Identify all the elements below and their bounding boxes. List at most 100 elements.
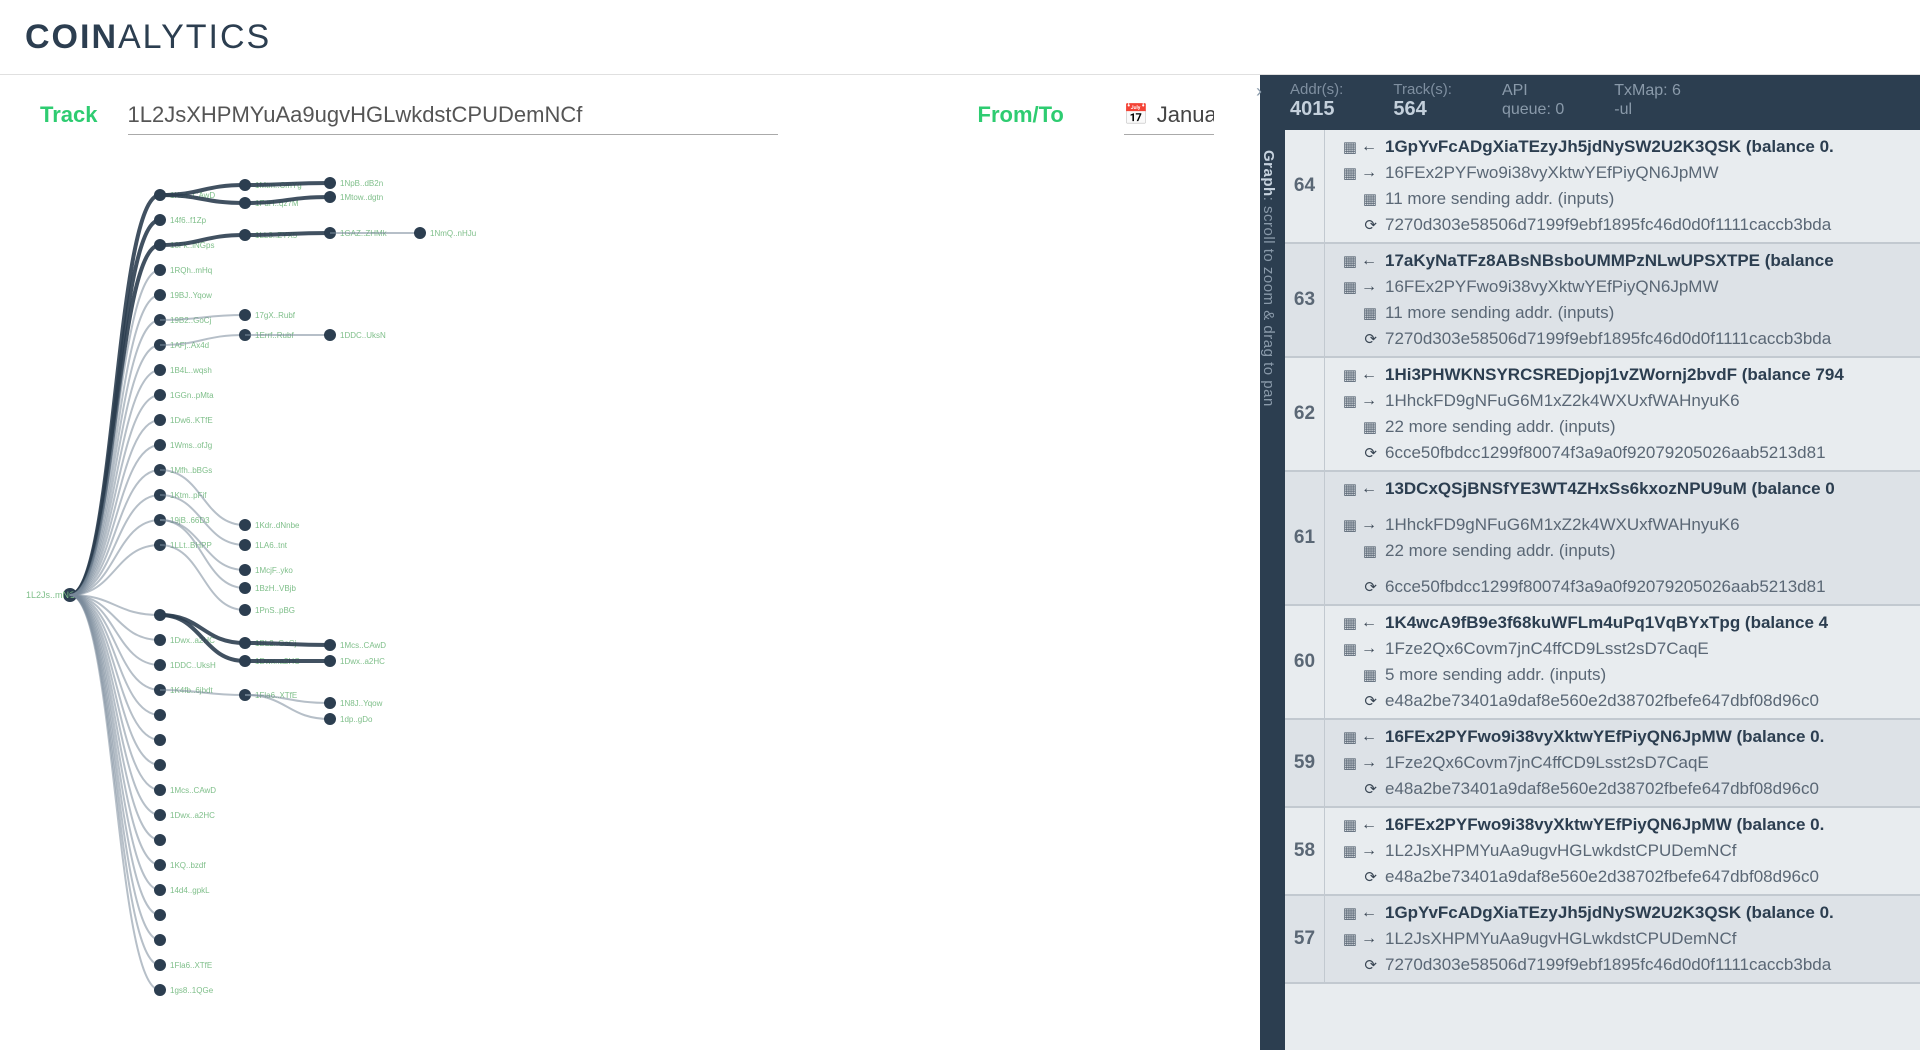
svg-text:1N8J..Yqow: 1N8J..Yqow — [340, 699, 383, 708]
panel-collapse-button[interactable]: › — [1256, 81, 1262, 102]
tx-body: ▦←1K4wcA9fB9e3f68kuWFLm4uPq1VqBYxTpg (ba… — [1325, 606, 1920, 718]
track-label: Track — [40, 102, 98, 128]
arrow-right-icon: → — [1361, 516, 1377, 534]
transaction-row[interactable]: 58▦←16FEx2PYFwo9i38vyXktwYEfPiyQN6JpMW (… — [1285, 808, 1920, 896]
tx-receiving-addr: ▦←1Hi3PHWKNSYRCSREDjopj1vZWornj2bvdF (ba… — [1325, 362, 1920, 388]
tx-receiving-addr: ▦←17aKyNaTFz8ABsNBsboUMMPzNLwUPSXTPE (ba… — [1325, 248, 1920, 274]
qr-icon[interactable]: ▦ — [1363, 418, 1377, 436]
transaction-row[interactable]: 64▦←1GpYvFcADgXiaTEzyJh5jdNySW2U2K3QSK (… — [1285, 130, 1920, 244]
qr-icon[interactable]: ▦ — [1343, 614, 1357, 632]
stat-txmap-label: TxMap: 6 — [1614, 81, 1681, 100]
tx-number: 62 — [1285, 358, 1325, 470]
stat-api-label: API — [1502, 81, 1564, 100]
arrow-right-icon: → — [1361, 930, 1377, 948]
refresh-icon[interactable]: ⟳ — [1364, 330, 1377, 348]
panel-hint-rest: : scroll to zoom & drag to pan — [1260, 197, 1277, 407]
stat-track-value: 564 — [1393, 98, 1452, 121]
date-value: January — [1157, 102, 1214, 128]
tx-hash: ⟳e48a2be73401a9daf8e560e2d38702fbefe647d… — [1325, 688, 1920, 714]
svg-text:1NpB..dB2n: 1NpB..dB2n — [340, 179, 383, 188]
svg-text:1Wms..ofJg: 1Wms..ofJg — [170, 441, 212, 450]
qr-icon[interactable]: ▦ — [1363, 542, 1377, 560]
qr-icon[interactable]: ▦ — [1343, 640, 1357, 658]
fromto-label: From/To — [978, 102, 1064, 128]
svg-text:17gX..Rubf: 17gX..Rubf — [255, 311, 296, 320]
tx-more-inputs: ▦5 more sending addr. (inputs) — [1325, 662, 1920, 688]
tx-body: ▦←16FEx2PYFwo9i38vyXktwYEfPiyQN6JpMW (ba… — [1325, 720, 1920, 806]
tx-body: ▦←1Hi3PHWKNSYRCSREDjopj1vZWornj2bvdF (ba… — [1325, 358, 1920, 470]
qr-icon[interactable]: ▦ — [1343, 278, 1357, 296]
svg-text:1DDC..UksN: 1DDC..UksN — [340, 331, 386, 340]
svg-text:1NmQ..nHJu: 1NmQ..nHJu — [430, 229, 476, 238]
tx-sending-addr: ▦→1HhckFD9gNFuG6M1xZ2k4WXUxfWAHnyuK6 — [1325, 512, 1920, 538]
stat-txmap: TxMap: 6 -ul — [1614, 81, 1681, 130]
svg-text:1DDC..UksH: 1DDC..UksH — [170, 661, 216, 670]
graph-svg[interactable]: 1L2Js..mNCf1Ks4..CAwD14f6..f1Zp18Fk..iNG… — [20, 155, 1260, 1035]
tx-receiving-addr: ▦←16FEx2PYFwo9i38vyXktwYEfPiyQN6JpMW (ba… — [1325, 812, 1920, 838]
qr-icon[interactable]: ▦ — [1363, 304, 1377, 322]
svg-text:1Dwx..a2HC: 1Dwx..a2HC — [170, 811, 215, 820]
qr-icon[interactable]: ▦ — [1363, 666, 1377, 684]
refresh-icon[interactable]: ⟳ — [1364, 692, 1377, 710]
arrow-right-icon: → — [1361, 392, 1377, 410]
refresh-icon[interactable]: ⟳ — [1364, 216, 1377, 234]
tx-body: ▦←13DCxQSjBNSfYE3WT4ZHxSs6kxozNPU9uM (ba… — [1325, 472, 1920, 604]
tx-receiving-addr: ▦←1K4wcA9fB9e3f68kuWFLm4uPq1VqBYxTpg (ba… — [1325, 610, 1920, 636]
refresh-icon[interactable]: ⟳ — [1364, 444, 1377, 462]
stat-addresses: Addr(s): 4015 — [1290, 81, 1343, 130]
transaction-row[interactable]: 57▦←1GpYvFcADgXiaTEzyJh5jdNySW2U2K3QSK (… — [1285, 896, 1920, 984]
stat-api: API queue: 0 — [1502, 81, 1564, 130]
tx-more-inputs: ▦11 more sending addr. (inputs) — [1325, 186, 1920, 212]
qr-icon[interactable]: ▦ — [1363, 190, 1377, 208]
svg-text:14d4..gpkL: 14d4..gpkL — [170, 886, 210, 895]
stat-api-value: queue: 0 — [1502, 100, 1564, 119]
qr-icon[interactable]: ▦ — [1343, 252, 1357, 270]
qr-icon[interactable]: ▦ — [1343, 516, 1357, 534]
qr-icon[interactable]: ▦ — [1343, 728, 1357, 746]
refresh-icon[interactable]: ⟳ — [1364, 956, 1377, 974]
qr-icon[interactable]: ▦ — [1343, 138, 1357, 156]
qr-icon[interactable]: ▦ — [1343, 754, 1357, 772]
tx-hash: ⟳7270d303e58506d7199f9ebf1895fc46d0d0f11… — [1325, 952, 1920, 978]
tx-hash: ⟳7270d303e58506d7199f9ebf1895fc46d0d0f11… — [1325, 212, 1920, 238]
transaction-row[interactable]: 61▦←13DCxQSjBNSfYE3WT4ZHxSs6kxozNPU9uM (… — [1285, 472, 1920, 606]
tx-number: 64 — [1285, 130, 1325, 242]
svg-text:1McjF..yko: 1McjF..yko — [255, 566, 293, 575]
qr-icon[interactable]: ▦ — [1343, 842, 1357, 860]
transaction-row[interactable]: 63▦←17aKyNaTFz8ABsNBsboUMMPzNLwUPSXTPE (… — [1285, 244, 1920, 358]
qr-icon[interactable]: ▦ — [1343, 930, 1357, 948]
svg-text:1GGn..pMta: 1GGn..pMta — [170, 391, 214, 400]
stats-row: Addr(s): 4015 Track(s): 564 API queue: 0… — [1260, 75, 1920, 130]
tx-body: ▦←17aKyNaTFz8ABsNBsboUMMPzNLwUPSXTPE (ba… — [1325, 244, 1920, 356]
tx-receiving-addr: ▦←13DCxQSjBNSfYE3WT4ZHxSs6kxozNPU9uM (ba… — [1325, 476, 1920, 502]
tx-more-inputs: ▦22 more sending addr. (inputs) — [1325, 538, 1920, 564]
tx-receiving-addr: ▦←1GpYvFcADgXiaTEzyJh5jdNySW2U2K3QSK (ba… — [1325, 900, 1920, 926]
graph-canvas[interactable]: 1L2Js..mNCf1Ks4..CAwD14f6..f1Zp18Fk..iNG… — [20, 155, 1260, 1035]
transaction-row[interactable]: 59▦←16FEx2PYFwo9i38vyXktwYEfPiyQN6JpMW (… — [1285, 720, 1920, 808]
svg-text:1Fla6..XTfE: 1Fla6..XTfE — [170, 961, 212, 970]
qr-icon[interactable]: ▦ — [1343, 392, 1357, 410]
track-input[interactable] — [128, 96, 778, 135]
qr-icon[interactable]: ▦ — [1343, 816, 1357, 834]
svg-text:1RQh..mHq: 1RQh..mHq — [170, 266, 212, 275]
tx-number: 61 — [1285, 472, 1325, 604]
transaction-list[interactable]: 64 ▦←1GpYvFcADgXiaTEzyJh5jdNySW2U2K3QSK (… — [1285, 130, 1920, 1050]
refresh-icon[interactable]: ⟳ — [1364, 868, 1377, 886]
tx-more-inputs: ▦11 more sending addr. (inputs) — [1325, 300, 1920, 326]
qr-icon[interactable]: ▦ — [1343, 366, 1357, 384]
qr-icon[interactable]: ▦ — [1343, 164, 1357, 182]
refresh-icon[interactable]: ⟳ — [1364, 780, 1377, 798]
tx-sending-addr: ▦→1Fze2Qx6Covm7jnC4ffCD9Lsst2sD7CaqE — [1325, 636, 1920, 662]
qr-icon[interactable]: ▦ — [1343, 480, 1357, 498]
transaction-row[interactable]: 62▦←1Hi3PHWKNSYRCSREDjopj1vZWornj2bvdF (… — [1285, 358, 1920, 472]
svg-text:14f6..f1Zp: 14f6..f1Zp — [170, 216, 207, 225]
qr-icon[interactable]: ▦ — [1343, 904, 1357, 922]
tx-hash: ⟳6cce50fbdcc1299f80074f3a9a0f92079205026… — [1325, 574, 1920, 600]
refresh-icon[interactable]: ⟳ — [1364, 578, 1377, 596]
arrow-left-icon: ← — [1361, 138, 1377, 156]
date-picker[interactable]: 📅 January — [1124, 96, 1214, 135]
transaction-row[interactable]: 60▦←1K4wcA9fB9e3f68kuWFLm4uPq1VqBYxTpg (… — [1285, 606, 1920, 720]
logo-bold: COIN — [25, 18, 118, 56]
stat-addr-label: Addr(s): — [1290, 81, 1343, 98]
svg-text:1Dwx..a2HC: 1Dwx..a2HC — [340, 657, 385, 666]
